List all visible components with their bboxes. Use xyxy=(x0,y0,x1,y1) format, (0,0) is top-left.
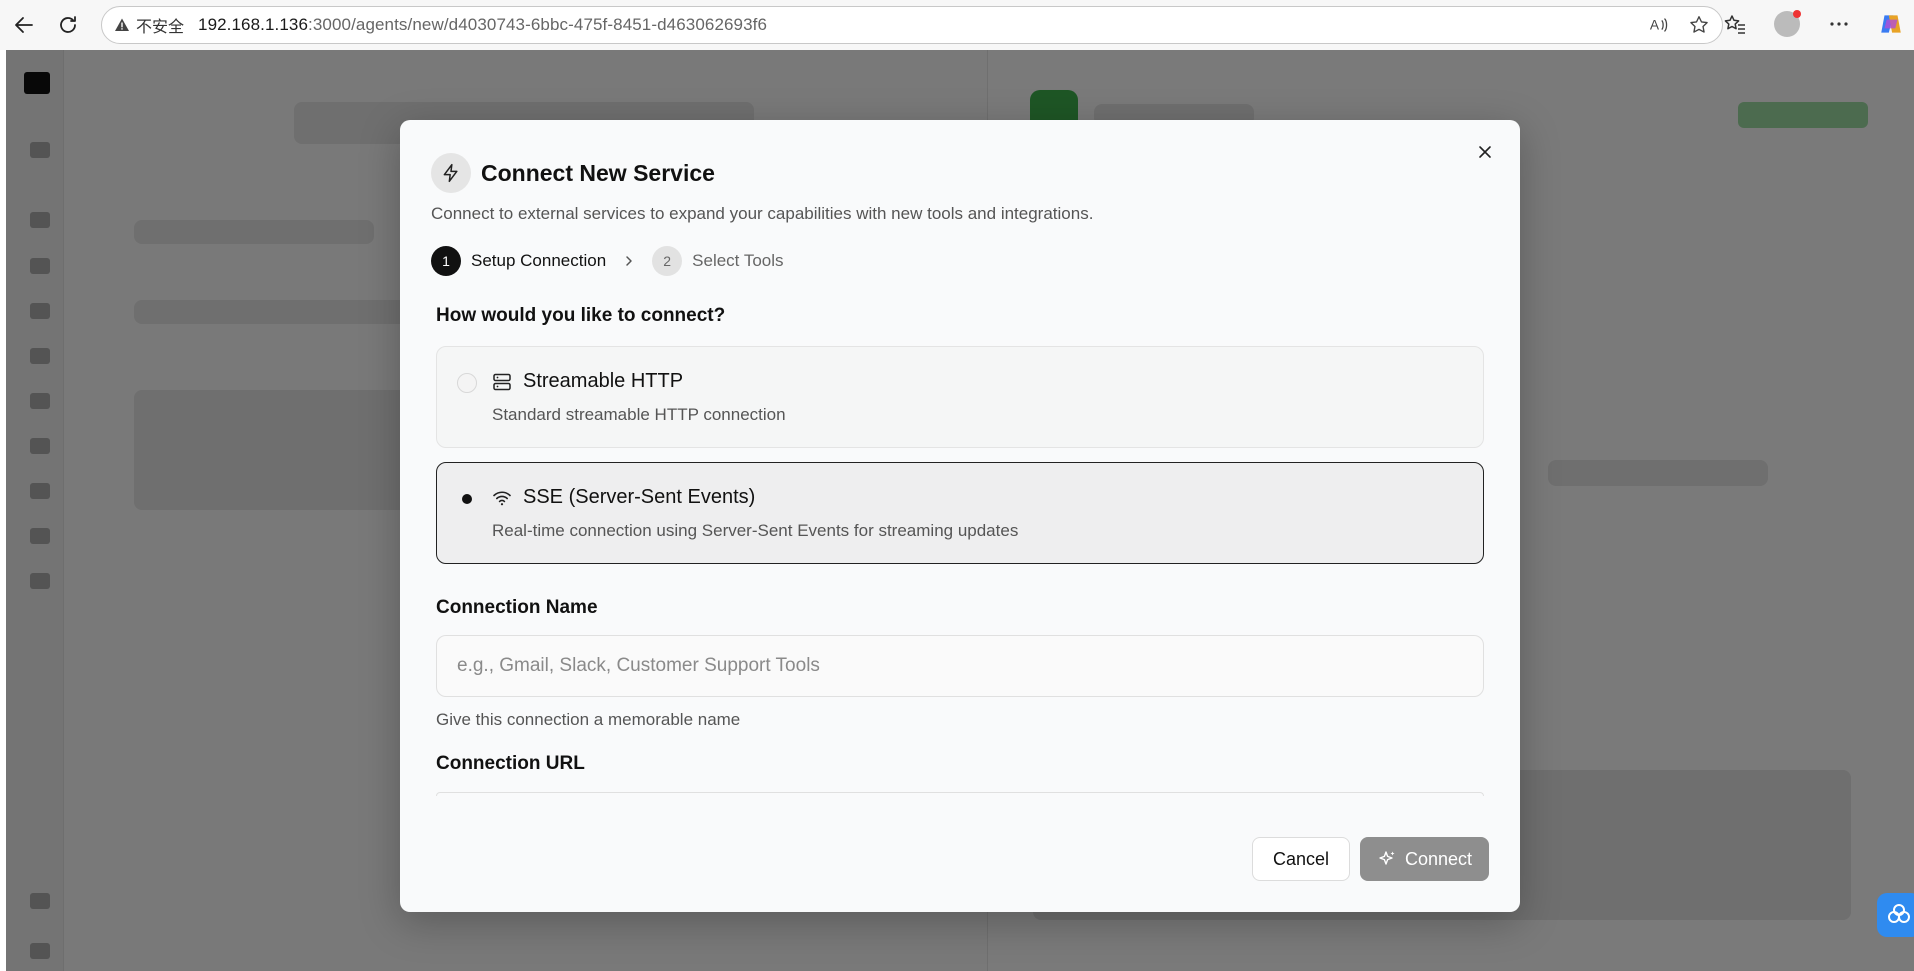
copilot-button[interactable] xyxy=(1876,8,1906,40)
browser-toolbar: 不安全 192.168.1.136:3000/agents/new/d40307… xyxy=(0,0,1914,50)
url-text[interactable]: 192.168.1.136:3000/agents/new/d4030743-6… xyxy=(198,15,767,35)
chat-assistant-icon xyxy=(1888,904,1910,923)
address-bar[interactable]: 不安全 192.168.1.136:3000/agents/new/d40307… xyxy=(101,6,1723,44)
reload-icon xyxy=(60,16,76,33)
step-1-label: Setup Connection xyxy=(471,251,607,270)
cancel-button[interactable]: Cancel xyxy=(1252,837,1350,881)
modal-title: Connect New Service xyxy=(481,159,715,186)
connect-label: Connect xyxy=(1404,848,1473,869)
connection-name-helper: Give this connection a memorable name xyxy=(436,710,741,729)
option-description: Standard streamable HTTP connection xyxy=(492,405,786,424)
modal-description: Connect to external services to expand y… xyxy=(431,204,1094,223)
option-title: Streamable HTTP xyxy=(523,370,684,392)
option-streamable-http[interactable]: Streamable HTTP Standard streamable HTTP… xyxy=(436,346,1484,448)
option-title: SSE (Server-Sent Events) xyxy=(523,486,756,508)
copilot-icon xyxy=(1881,15,1901,33)
title-icon-wrap xyxy=(431,153,471,193)
security-indicator[interactable]: 不安全 xyxy=(114,13,184,37)
radio-sse[interactable] xyxy=(457,489,477,509)
step-2-number: 2 xyxy=(652,246,683,276)
connection-type-question: How would you like to connect? xyxy=(436,305,726,326)
radio-streamable-http[interactable] xyxy=(457,373,477,393)
warning-icon xyxy=(115,18,129,31)
server-icon xyxy=(493,373,511,391)
url-host: 192.168.1.136 xyxy=(198,15,309,34)
sparkles-icon xyxy=(1379,851,1395,865)
connection-url-input[interactable] xyxy=(436,792,1484,796)
favorites-list-icon xyxy=(1724,15,1745,34)
notification-dot xyxy=(1793,10,1801,18)
close-icon xyxy=(1479,146,1491,158)
step-2-label: Select Tools xyxy=(692,251,784,270)
step-1-number: 1 xyxy=(431,246,461,276)
option-description: Real-time connection using Server-Sent E… xyxy=(492,521,1019,540)
url-path: :3000/agents/new/d4030743-6bbc-475f-8451… xyxy=(308,15,768,34)
lightning-icon xyxy=(443,163,458,183)
back-button[interactable] xyxy=(4,5,44,45)
connect-button[interactable]: Connect xyxy=(1360,837,1489,881)
svg-text:A: A xyxy=(1650,18,1660,33)
connection-name-input[interactable] xyxy=(436,635,1484,697)
reload-button[interactable] xyxy=(48,5,88,45)
connection-url-label: Connection URL xyxy=(436,753,585,774)
chevron-right-icon xyxy=(622,254,636,268)
connect-service-modal: Connect New Service Connect to external … xyxy=(400,120,1520,912)
profile-button[interactable] xyxy=(1772,8,1802,40)
stepper: 1 Setup Connection 2 Select Tools xyxy=(431,246,784,276)
close-button[interactable] xyxy=(1472,139,1498,165)
arrow-left-icon xyxy=(15,17,33,33)
modal-header: Connect New Service xyxy=(431,153,715,193)
more-horizontal-icon xyxy=(1830,22,1848,26)
insecure-label: 不安全 xyxy=(136,19,185,36)
more-menu-button[interactable] xyxy=(1824,8,1854,40)
option-sse[interactable]: SSE (Server-Sent Events) Real-time conne… xyxy=(436,462,1484,564)
favorites-button[interactable] xyxy=(1720,8,1750,40)
connection-name-label: Connection Name xyxy=(436,597,598,618)
wifi-icon xyxy=(493,491,511,506)
read-aloud-icon[interactable]: A xyxy=(1648,14,1670,36)
assistant-float-button[interactable] xyxy=(1877,893,1914,937)
favorite-star-icon[interactable] xyxy=(1688,14,1710,36)
